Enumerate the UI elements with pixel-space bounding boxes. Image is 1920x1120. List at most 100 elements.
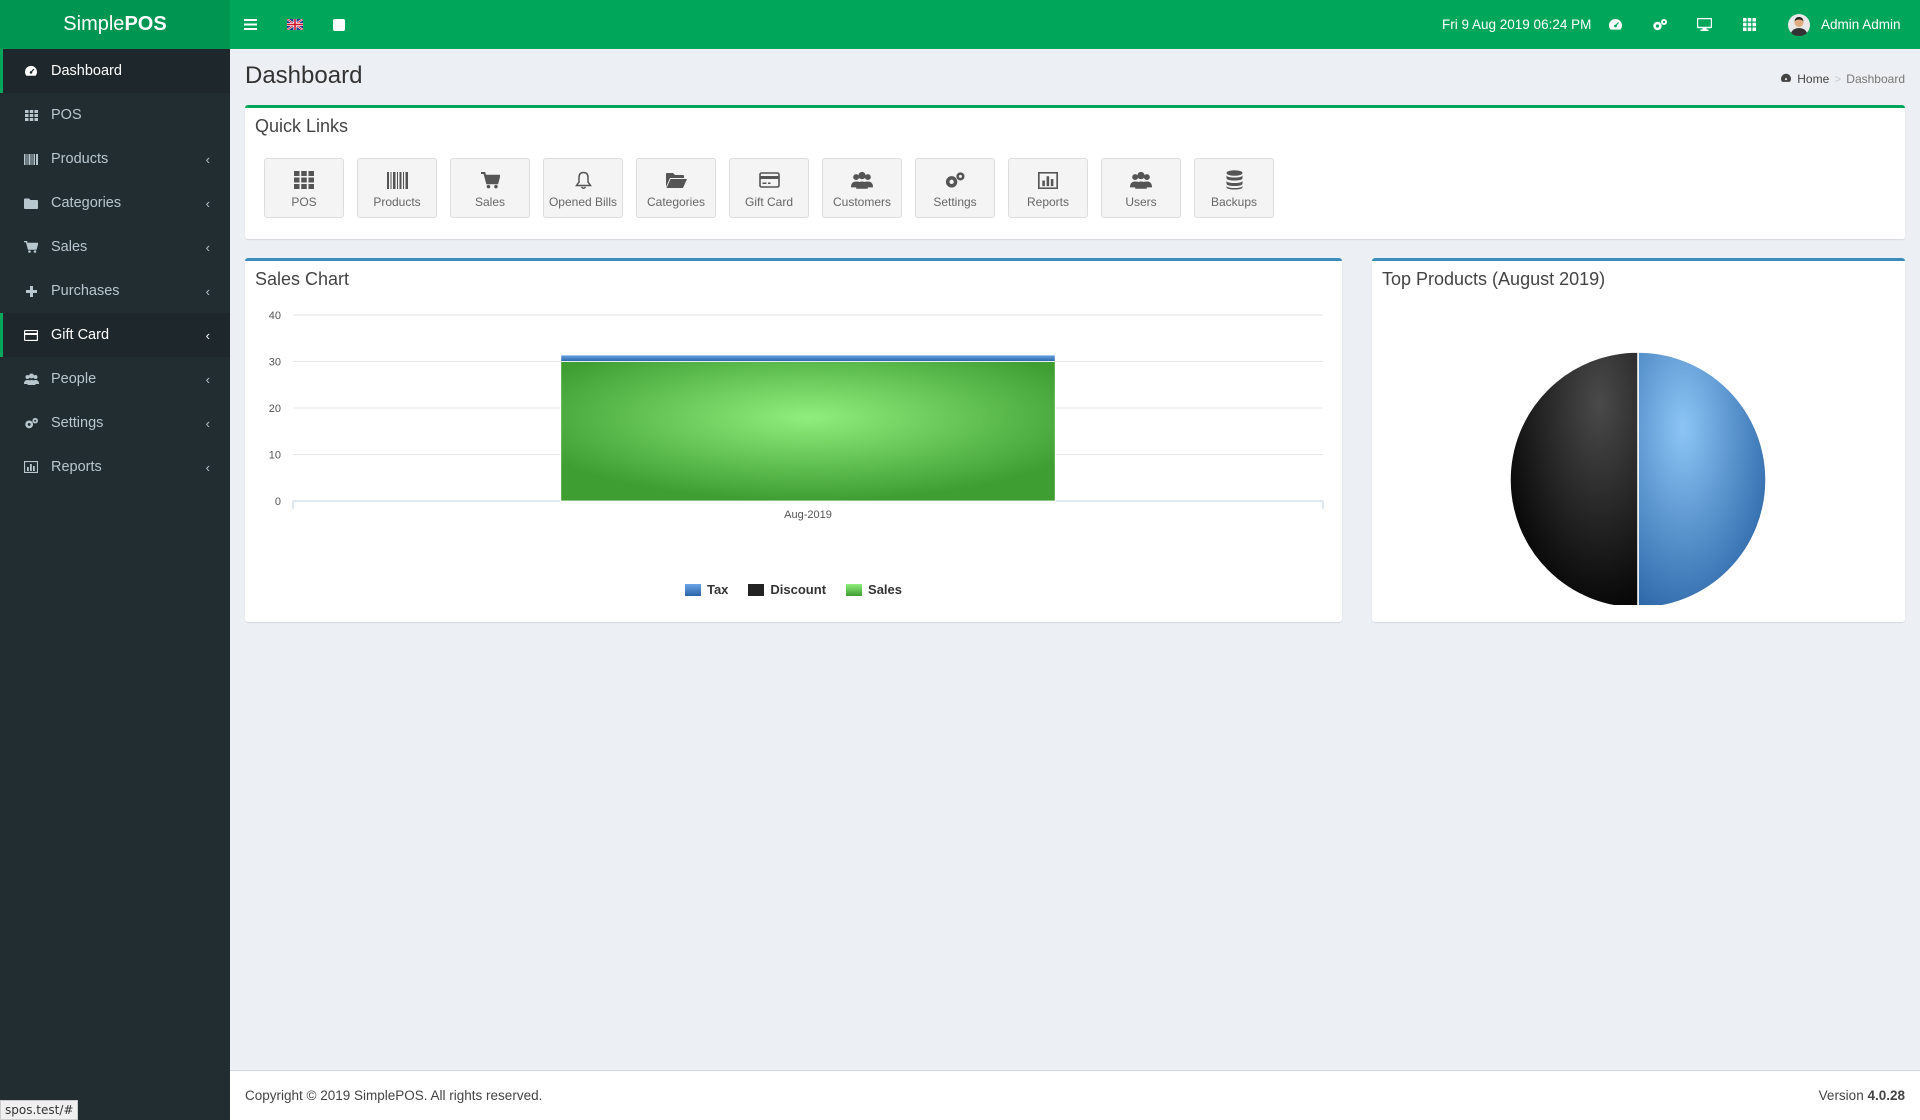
sidebar-item-label: Settings	[51, 415, 104, 431]
x-tick-label: Aug-2019	[784, 509, 832, 521]
sidebar-item-label: Reports	[51, 459, 102, 475]
quick-link-label: Backups	[1210, 195, 1258, 209]
sidebar-item-reports[interactable]: Reports ‹	[0, 445, 230, 489]
legend-item-sales[interactable]: Sales	[846, 582, 902, 597]
legend-label: Tax	[706, 582, 729, 597]
sidebar-item-products[interactable]: Products ‹	[0, 137, 230, 181]
desktop-icon[interactable]	[1694, 0, 1714, 49]
barcode-icon	[386, 169, 408, 191]
top-products-pie-chart	[1509, 351, 1767, 605]
quick-link-backups[interactable]: Backups	[1194, 158, 1274, 218]
browser-status-url: spos.test/#	[0, 1100, 79, 1120]
quick-link-label: Sales	[474, 195, 506, 209]
quick-link-settings[interactable]: Settings	[915, 158, 995, 218]
users-icon	[1130, 169, 1152, 191]
user-name[interactable]: Admin Admin	[1821, 0, 1901, 49]
pie-slice[interactable]	[1637, 351, 1767, 605]
cogs-icon[interactable]	[1650, 0, 1670, 49]
chevron-left-icon: ‹	[205, 240, 210, 255]
bell-icon	[574, 169, 592, 191]
bar-tax[interactable]	[560, 354, 1056, 362]
quick-links-box: Quick Links POS Products Sales Opened Bi…	[245, 105, 1905, 239]
y-tick-label: 30	[269, 357, 281, 369]
grid-icon[interactable]	[1739, 0, 1759, 49]
sales-chart: 40 30 20 10 0 Aug-2019	[269, 310, 1324, 521]
quick-links-title: Quick Links	[255, 116, 349, 136]
dashboard-icon	[21, 64, 41, 78]
database-icon	[1226, 169, 1243, 191]
sidebar-item-label: Gift Card	[51, 327, 110, 343]
breadcrumb-home[interactable]: Home	[1797, 72, 1829, 86]
grid-icon	[294, 169, 314, 191]
quick-link-label: Categories	[646, 195, 706, 209]
sidebar-item-settings[interactable]: Settings ‹	[0, 401, 230, 445]
quick-link-customers[interactable]: Customers	[822, 158, 902, 218]
barcode-icon	[21, 152, 41, 166]
users-icon	[851, 169, 873, 191]
dashboard-icon[interactable]	[1605, 0, 1625, 49]
quick-link-products[interactable]: Products	[357, 158, 437, 218]
legend-item-tax[interactable]: Tax	[684, 582, 729, 597]
chevron-left-icon: ‹	[205, 372, 210, 387]
sidebar-item-pos[interactable]: POS	[0, 93, 230, 137]
menu-icon[interactable]	[240, 0, 260, 49]
quick-link-label: Users	[1125, 195, 1157, 209]
cogs-icon	[944, 169, 966, 191]
chevron-left-icon: ‹	[205, 416, 210, 431]
sidebar: Dashboard POS Products ‹ Categories ‹ Sa…	[0, 49, 230, 1120]
page-title: Dashboard	[245, 62, 363, 89]
quick-link-label: Products	[373, 195, 421, 209]
users-icon	[21, 372, 41, 386]
logo-light: Simple	[63, 13, 125, 35]
top-products-box: Top Products (August 2019)	[1372, 258, 1905, 622]
quick-link-pos[interactable]: POS	[264, 158, 344, 218]
folder-icon	[21, 196, 41, 210]
quick-link-label: POS	[291, 195, 317, 209]
quick-link-users[interactable]: Users	[1101, 158, 1181, 218]
quick-link-opened-bills[interactable]: Opened Bills	[543, 158, 623, 218]
sidebar-item-gift-card[interactable]: Gift Card ‹	[0, 313, 230, 357]
quick-link-label: Settings	[933, 195, 977, 209]
credit-card-icon	[21, 328, 41, 342]
sidebar-item-categories[interactable]: Categories ‹	[0, 181, 230, 225]
chevron-left-icon: ‹	[205, 152, 210, 167]
square-icon[interactable]	[330, 0, 348, 49]
quick-link-label: Customers	[832, 195, 891, 209]
legend-label: Sales	[868, 582, 903, 597]
sidebar-item-purchases[interactable]: Purchases ‹	[0, 269, 230, 313]
bar-chart-icon	[1038, 169, 1058, 191]
quick-link-sales[interactable]: Sales	[450, 158, 530, 218]
sales-chart-box: Sales Chart 40 30 20 10 0 Aug-2019 Tax Discou…	[245, 258, 1342, 622]
bar-chart-icon	[21, 460, 41, 474]
sidebar-item-label: Dashboard	[51, 63, 122, 79]
sidebar-item-people[interactable]: People ‹	[0, 357, 230, 401]
quick-link-gift-card[interactable]: Gift Card	[729, 158, 809, 218]
quick-link-label: Reports	[1026, 195, 1070, 209]
sidebar-item-label: Products	[51, 151, 109, 167]
y-tick-label: 40	[269, 310, 281, 322]
chevron-left-icon: ‹	[205, 284, 210, 299]
chart-legend: Tax Discount Sales	[245, 582, 1342, 597]
sidebar-item-dashboard[interactable]: Dashboard	[0, 49, 230, 93]
y-tick-label: 0	[275, 496, 281, 508]
legend-item-discount[interactable]: Discount	[748, 582, 826, 597]
plus-icon	[21, 284, 41, 298]
quick-link-categories[interactable]: Categories	[636, 158, 716, 218]
user-avatar[interactable]	[1786, 0, 1811, 49]
sidebar-item-label: Purchases	[51, 283, 120, 299]
version-label: Version	[1818, 1088, 1868, 1103]
pie-slice[interactable]	[1509, 351, 1639, 605]
sidebar-item-sales[interactable]: Sales ‹	[0, 225, 230, 269]
y-tick-label: 20	[269, 403, 281, 415]
uk-flag-icon[interactable]	[286, 0, 304, 49]
app-logo[interactable]: Simple POS	[0, 0, 230, 49]
quick-link-reports[interactable]: Reports	[1008, 158, 1088, 218]
bar-sales[interactable]	[560, 361, 1056, 502]
chevron-left-icon: ‹	[205, 196, 210, 211]
cart-icon	[21, 240, 41, 254]
grid-icon	[21, 108, 41, 122]
chevron-left-icon: ‹	[205, 460, 210, 475]
legend-swatch	[684, 583, 701, 596]
credit-card-icon	[758, 169, 780, 191]
legend-label: Discount	[770, 582, 827, 597]
